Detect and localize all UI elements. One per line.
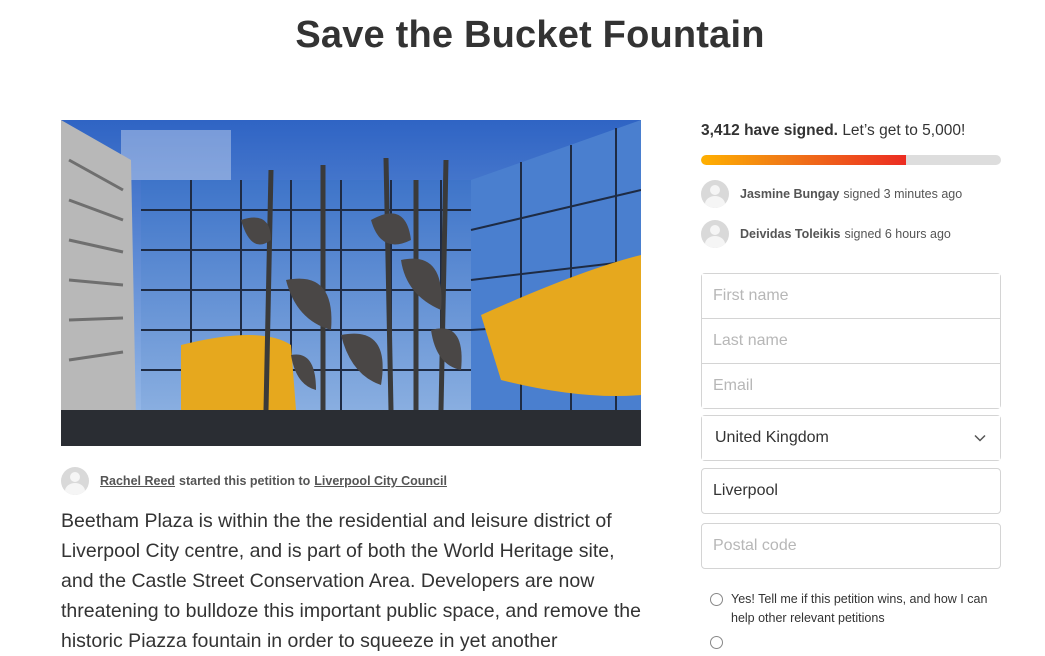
user-silhouette-icon	[701, 180, 729, 208]
signer-name: Jasmine Bungay	[740, 187, 840, 201]
email-input[interactable]	[702, 364, 1000, 408]
user-silhouette-icon	[61, 467, 89, 495]
goal-text: Let’s get to 5,000!	[842, 122, 966, 139]
first-name-input[interactable]	[702, 274, 1000, 318]
city-input[interactable]	[702, 469, 1000, 513]
signer-name: Deividas Toleikis	[740, 227, 841, 241]
optout-radio[interactable]	[710, 636, 723, 649]
country-select[interactable]: United Kingdom	[702, 416, 1000, 460]
user-silhouette-icon	[701, 220, 729, 248]
recent-signer: Jasmine Bungay signed 3 minutes ago	[701, 179, 962, 209]
progress-fill	[701, 155, 906, 165]
starter-name-link[interactable]: Rachel Reed	[100, 474, 175, 488]
name-email-fields	[701, 273, 1001, 409]
optin-option[interactable]: Yes! Tell me if this petition wins, and …	[710, 590, 1000, 628]
country-value: United Kingdom	[715, 429, 829, 446]
country-select-box: United Kingdom	[701, 415, 1001, 461]
decision-maker-link[interactable]: Liverpool City Council	[314, 474, 447, 488]
last-name-input[interactable]	[702, 319, 1000, 363]
page-title: Save the Bucket Fountain	[295, 14, 765, 56]
petition-starter: Rachel Reed started this petition to Liv…	[61, 466, 447, 496]
progress-bar	[701, 155, 1001, 165]
optin-label: Yes! Tell me if this petition wins, and …	[731, 592, 988, 625]
city-field-box	[701, 468, 1001, 514]
petition-hero-image	[61, 120, 641, 446]
optin-radio[interactable]	[710, 593, 723, 606]
signed-count: 3,412 have signed.	[701, 122, 838, 139]
postal-code-input[interactable]	[702, 524, 1000, 568]
signer-time: signed 3 minutes ago	[843, 187, 963, 201]
starter-text: started this petition to	[179, 474, 311, 488]
petition-description: Beetham Plaza is within the the resident…	[61, 510, 641, 652]
signer-time: signed 6 hours ago	[844, 227, 951, 241]
chevron-down-icon	[974, 434, 986, 442]
recent-signer: Deividas Toleikis signed 6 hours ago	[701, 219, 951, 249]
signature-count: 3,412 have signed. Let’s get to 5,000!	[701, 122, 965, 140]
postal-field-box	[701, 523, 1001, 569]
